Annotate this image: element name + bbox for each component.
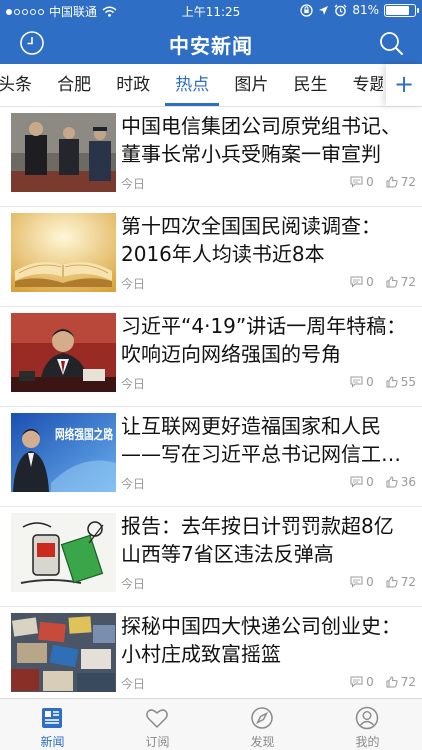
news-date: 今日 <box>121 377 146 391</box>
tab-profile[interactable]: 我的 <box>315 699 420 750</box>
user-icon <box>355 706 379 730</box>
app: 中国联通 上午11:25 81% 中安新闻 头条 合肥 时政 热点 图片 民生 … <box>0 0 422 750</box>
news-title: 中国电信集团公司原党组书记、董事长常小兵受贿案一审宣判 <box>121 114 401 166</box>
like-count: 55 <box>400 375 416 389</box>
app-title: 中安新闻 <box>169 34 253 58</box>
like-icon <box>386 276 398 288</box>
news-item[interactable]: 网络强国之路 让互联网更好造福国家和人民——写在习近平总书记网信工作座谈会讲话发… <box>0 407 422 507</box>
news-list: 中国电信集团公司原党组书记、董事长常小兵受贿案一审宣判 今日 0 72 第十四次… <box>0 107 422 707</box>
news-item[interactable]: 第十四次全国国民阅读调查：2016年人均读书近8本 今日 0 72 <box>0 207 422 307</box>
thumbnail-caption: 网络强国之路 <box>55 427 114 443</box>
tab-channel[interactable]: 合肥 <box>47 64 101 106</box>
nav-bar: 中安新闻 <box>0 22 422 64</box>
bottom-tab-bar: 新闻 订阅 发现 我的 <box>0 698 422 750</box>
news-meta: 今日 0 72 <box>121 275 416 291</box>
battery-icon <box>384 3 419 17</box>
news-thumbnail <box>11 313 116 392</box>
news-date: 今日 <box>121 177 146 191</box>
comment-count: 0 <box>366 675 374 689</box>
comment-count: 0 <box>366 175 374 189</box>
compass-icon <box>251 707 273 729</box>
heart-icon <box>146 709 168 729</box>
like-icon <box>386 676 398 688</box>
comment-icon <box>350 576 363 588</box>
comment-count: 0 <box>366 375 374 389</box>
news-thumbnail: 网络强国之路 <box>11 413 116 492</box>
news-date: 今日 <box>121 477 146 491</box>
news-stats: 0 72 <box>350 175 416 189</box>
like-count: 36 <box>400 475 416 489</box>
tab-label: 订阅 <box>145 735 170 749</box>
news-title: 让互联网更好造福国家和人民——写在习近平总书记网信工作座谈会讲话发表一周年之际 <box>121 414 401 466</box>
news-thumbnail <box>11 513 116 592</box>
news-meta: 今日 0 72 <box>121 675 416 691</box>
like-icon <box>386 376 398 388</box>
news-title: 探秘中国四大快递公司创业史：小村庄成致富摇篮 <box>121 614 401 666</box>
news-stats: 0 72 <box>350 575 416 589</box>
news-title: 报告：去年按日计罚罚款超8亿 山西等7省区违法反弹高 <box>121 514 394 566</box>
news-meta: 今日 0 36 <box>121 475 416 491</box>
tab-channel[interactable]: 专题 <box>343 64 383 106</box>
channel-tab-strip[interactable]: 头条 合肥 时政 热点 图片 民生 专题 <box>0 64 383 107</box>
news-date: 今日 <box>121 577 146 591</box>
like-count: 72 <box>400 575 416 589</box>
tab-channel[interactable]: 图片 <box>224 64 278 106</box>
tab-channel-active[interactable]: 热点 <box>165 64 220 106</box>
comment-icon <box>350 376 363 388</box>
news-stats: 0 72 <box>350 675 416 689</box>
news-title: 第十四次全国国民阅读调查：2016年人均读书近8本 <box>121 214 381 266</box>
news-meta: 今日 0 72 <box>121 575 416 591</box>
news-meta: 今日 0 55 <box>121 375 416 391</box>
status-bar: 中国联通 上午11:25 81% <box>0 0 422 22</box>
comment-count: 0 <box>366 575 374 589</box>
comment-icon <box>350 276 363 288</box>
tab-label: 新闻 <box>40 735 65 749</box>
news-date: 今日 <box>121 677 146 691</box>
location-icon <box>319 5 329 15</box>
news-item[interactable]: 探秘中国四大快递公司创业史：小村庄成致富摇篮 今日 0 72 <box>0 607 422 707</box>
tab-channel[interactable]: 头条 <box>0 64 42 106</box>
news-stats: 0 72 <box>350 275 416 289</box>
news-thumbnail <box>11 113 116 192</box>
news-thumbnail <box>11 613 116 692</box>
like-icon <box>386 176 398 188</box>
rotation-lock-icon <box>300 3 313 17</box>
battery-fill <box>386 5 409 15</box>
alarm-icon <box>334 4 347 16</box>
comment-icon <box>350 476 363 488</box>
battery-percent: 81% <box>352 3 379 17</box>
like-count: 72 <box>400 175 416 189</box>
like-icon <box>386 576 398 588</box>
like-icon <box>386 476 398 488</box>
channel-tabs: 头条 合肥 时政 热点 图片 民生 专题 + <box>0 64 422 107</box>
news-thumbnail <box>11 213 116 292</box>
plus-icon: + <box>393 70 415 98</box>
like-count: 72 <box>400 275 416 289</box>
tab-discover[interactable]: 发现 <box>210 699 315 750</box>
add-channel-button[interactable]: + <box>386 64 422 106</box>
news-stats: 0 55 <box>350 375 416 389</box>
like-count: 72 <box>400 675 416 689</box>
status-right: 81% <box>300 3 419 17</box>
news-item[interactable]: 中国电信集团公司原党组书记、董事长常小兵受贿案一审宣判 今日 0 72 <box>0 107 422 207</box>
search-icon[interactable] <box>378 30 404 56</box>
comment-count: 0 <box>366 275 374 289</box>
news-item[interactable]: 报告：去年按日计罚罚款超8亿 山西等7省区违法反弹高 今日 0 72 <box>0 507 422 607</box>
tab-label: 我的 <box>355 735 380 749</box>
comment-icon <box>350 176 363 188</box>
news-meta: 今日 0 72 <box>121 175 416 191</box>
news-title: 习近平“4·19”讲话一周年特稿：吹响迈向网络强国的号角 <box>121 314 407 366</box>
tab-news[interactable]: 新闻 <box>0 699 105 750</box>
tab-label: 发现 <box>250 735 275 749</box>
top-bar: 中国联通 上午11:25 81% 中安新闻 <box>0 0 422 64</box>
tab-subscribe[interactable]: 订阅 <box>105 699 210 750</box>
news-date: 今日 <box>121 277 146 291</box>
tab-channel[interactable]: 民生 <box>283 64 337 106</box>
news-stats: 0 36 <box>350 475 416 489</box>
comment-count: 0 <box>366 475 374 489</box>
comment-icon <box>350 676 363 688</box>
tab-channel[interactable]: 时政 <box>106 64 160 106</box>
news-item[interactable]: 习近平“4·19”讲话一周年特稿：吹响迈向网络强国的号角 今日 0 55 <box>0 307 422 407</box>
news-icon <box>42 708 62 728</box>
